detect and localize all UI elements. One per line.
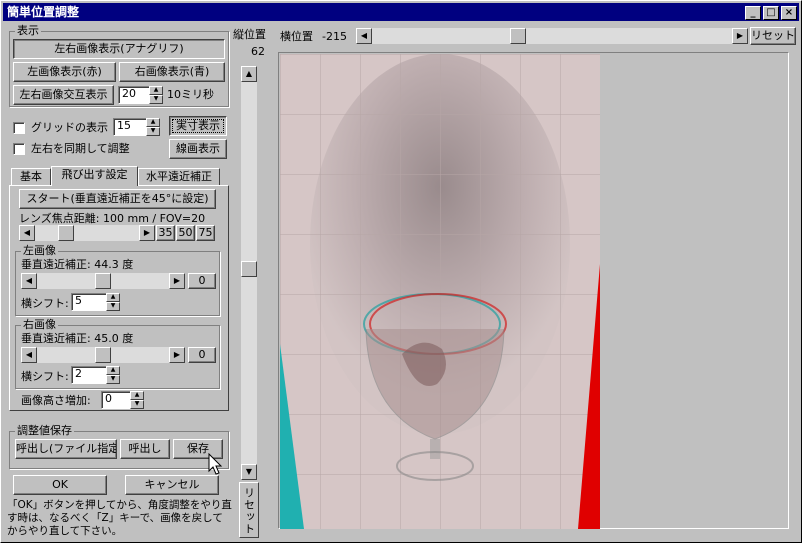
up-arrow-icon[interactable]: ▲ bbox=[130, 391, 144, 400]
right-vertical-thumb[interactable] bbox=[95, 347, 111, 363]
help-text: 「OK」ボタンを押してから、角度調整をやり直す時は、なるべく「Z」キーで、画像を… bbox=[7, 499, 232, 537]
preset-35-button[interactable]: 35 bbox=[156, 225, 175, 241]
left-vertical-label: 垂直遠近補正: 44.3 度 bbox=[21, 258, 134, 271]
left-arrow-icon[interactable]: ◀ bbox=[21, 347, 37, 363]
left-shift-input[interactable]: 5 bbox=[71, 293, 107, 311]
horizontal-position-value: -215 bbox=[322, 30, 347, 43]
right-shift-input[interactable]: 2 bbox=[71, 366, 107, 384]
grid-size-input[interactable]: 15 bbox=[113, 118, 147, 136]
down-arrow-icon[interactable]: ▼ bbox=[106, 375, 120, 384]
left-arrow-icon[interactable]: ◀ bbox=[356, 28, 372, 44]
dialog-window: 簡単位置調整 _ □ × 表示 左右画像表示(アナグリフ) 左画像表示(赤) 右… bbox=[0, 0, 802, 543]
down-arrow-icon[interactable]: ▼ bbox=[146, 127, 160, 136]
height-increase-spinner[interactable]: ▲ ▼ bbox=[130, 391, 144, 409]
sync-checkbox[interactable] bbox=[13, 143, 25, 155]
right-arrow-icon[interactable]: ▶ bbox=[732, 28, 748, 44]
cancel-button[interactable]: キャンセル bbox=[125, 475, 219, 495]
tab-horizontal-correction[interactable]: 水平遠近補正 bbox=[138, 168, 220, 186]
lens-focal-label: レンズ焦点距離: 100 mm / FOV=20 bbox=[19, 212, 206, 225]
right-vertical-reset-button[interactable]: 0 bbox=[188, 347, 216, 363]
left-image-group-label: 左画像 bbox=[21, 244, 58, 257]
lens-slider-thumb[interactable] bbox=[57, 225, 74, 241]
anaglyph-button[interactable]: 左右画像表示(アナグリフ) bbox=[13, 39, 225, 59]
horizontal-slider-thumb[interactable] bbox=[509, 28, 526, 44]
left-arrow-icon[interactable]: ◀ bbox=[21, 273, 37, 289]
height-increase-input[interactable]: 0 bbox=[101, 391, 131, 409]
vertical-position-value: 62 bbox=[251, 45, 265, 58]
right-shift-label: 横シフト: bbox=[21, 370, 69, 383]
left-red-button[interactable]: 左画像表示(赤) bbox=[13, 62, 116, 82]
image-viewport[interactable] bbox=[278, 52, 789, 529]
height-increase-label: 画像高さ増加: bbox=[21, 394, 91, 407]
grid-checkbox[interactable] bbox=[13, 122, 25, 134]
down-arrow-icon[interactable]: ▼ bbox=[106, 302, 120, 311]
right-arrow-icon[interactable]: ▶ bbox=[139, 225, 155, 241]
right-image-group-label: 右画像 bbox=[21, 318, 58, 331]
preset-50-button[interactable]: 50 bbox=[176, 225, 195, 241]
anaglyph-image[interactable] bbox=[280, 54, 600, 529]
vertical-reset-label: リセット bbox=[242, 487, 256, 535]
vertical-reset-button[interactable]: リセット bbox=[239, 482, 259, 538]
tab-basic[interactable]: 基本 bbox=[11, 168, 51, 186]
preset-75-button[interactable]: 75 bbox=[196, 225, 215, 241]
actual-size-button[interactable]: 実寸表示 bbox=[169, 116, 227, 136]
up-arrow-icon[interactable]: ▲ bbox=[149, 86, 163, 95]
anaglyph-photo-svg bbox=[280, 54, 600, 529]
up-arrow-icon[interactable]: ▲ bbox=[146, 118, 160, 127]
vertical-position-label: 縦位置 bbox=[233, 28, 266, 41]
right-vertical-slider[interactable]: ◀ ▶ bbox=[21, 347, 185, 363]
ok-button[interactable]: OK bbox=[13, 475, 107, 495]
tab-pop-settings[interactable]: 飛び出す設定 bbox=[51, 166, 138, 186]
title-bar[interactable]: 簡単位置調整 _ □ × bbox=[3, 3, 799, 21]
right-arrow-icon[interactable]: ▶ bbox=[169, 347, 185, 363]
horizontal-slider[interactable]: ◀ ▶ bbox=[356, 28, 748, 44]
vertical-slider[interactable]: ▲ ▼ bbox=[241, 66, 257, 480]
grid-spinner[interactable]: ▲ ▼ bbox=[146, 118, 160, 136]
down-arrow-icon[interactable]: ▼ bbox=[130, 400, 144, 409]
left-vertical-slider[interactable]: ◀ ▶ bbox=[21, 273, 185, 289]
lens-slider[interactable]: ◀ ▶ bbox=[19, 225, 155, 241]
left-shift-label: 横シフト: bbox=[21, 297, 69, 310]
right-shift-spinner[interactable]: ▲ ▼ bbox=[106, 366, 120, 384]
up-arrow-icon[interactable]: ▲ bbox=[241, 66, 257, 82]
line-draw-button[interactable]: 線画表示 bbox=[169, 139, 227, 159]
window-title: 簡単位置調整 bbox=[7, 5, 80, 19]
right-vertical-label: 垂直遠近補正: 45.0 度 bbox=[21, 332, 134, 345]
display-group-label: 表示 bbox=[15, 24, 41, 37]
alternate-button[interactable]: 左右画像交互表示 bbox=[13, 85, 114, 105]
right-arrow-icon[interactable]: ▶ bbox=[169, 273, 185, 289]
alternate-interval-input[interactable]: 20 bbox=[118, 86, 150, 104]
right-blue-button[interactable]: 右画像表示(青) bbox=[119, 62, 225, 82]
left-vertical-reset-button[interactable]: 0 bbox=[188, 273, 216, 289]
horizontal-position-label: 横位置 bbox=[280, 30, 313, 43]
vertical-slider-thumb[interactable] bbox=[241, 261, 257, 278]
left-arrow-icon[interactable]: ◀ bbox=[19, 225, 35, 241]
down-arrow-icon[interactable]: ▼ bbox=[241, 464, 257, 480]
load-button[interactable]: 呼出し bbox=[120, 439, 170, 459]
sync-label: 左右を同期して調整 bbox=[31, 142, 130, 155]
maximize-button[interactable]: □ bbox=[763, 6, 779, 20]
minimize-button[interactable]: _ bbox=[745, 6, 761, 20]
down-arrow-icon[interactable]: ▼ bbox=[149, 95, 163, 104]
close-button[interactable]: × bbox=[781, 6, 797, 20]
start-button[interactable]: スタート(垂直遠近補正を45°に設定) bbox=[19, 189, 216, 209]
save-group-label: 調整値保存 bbox=[15, 424, 74, 437]
mouse-cursor-icon bbox=[208, 453, 223, 475]
left-vertical-thumb[interactable] bbox=[95, 273, 111, 289]
grid-label: グリッドの表示 bbox=[31, 121, 108, 134]
up-arrow-icon[interactable]: ▲ bbox=[106, 293, 120, 302]
horizontal-reset-button[interactable]: リセット bbox=[750, 27, 796, 45]
alternate-spinner[interactable]: ▲ ▼ bbox=[149, 86, 163, 104]
left-shift-spinner[interactable]: ▲ ▼ bbox=[106, 293, 120, 311]
load-file-button[interactable]: 呼出し(ファイル指定) bbox=[15, 439, 117, 459]
alternate-unit-label: 10ミリ秒 bbox=[167, 88, 214, 101]
up-arrow-icon[interactable]: ▲ bbox=[106, 366, 120, 375]
